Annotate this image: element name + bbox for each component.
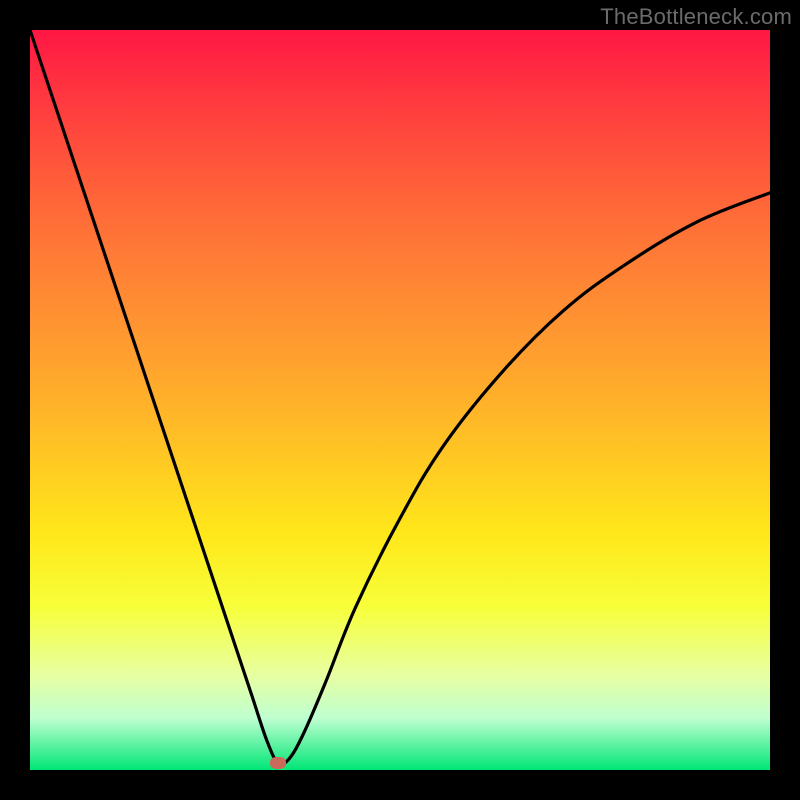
watermark-text: TheBottleneck.com [600, 4, 792, 30]
bottleneck-curve-path [30, 30, 770, 764]
bottleneck-curve-svg [30, 30, 770, 770]
chart-plot-area [30, 30, 770, 770]
optimal-point-marker [270, 757, 286, 769]
